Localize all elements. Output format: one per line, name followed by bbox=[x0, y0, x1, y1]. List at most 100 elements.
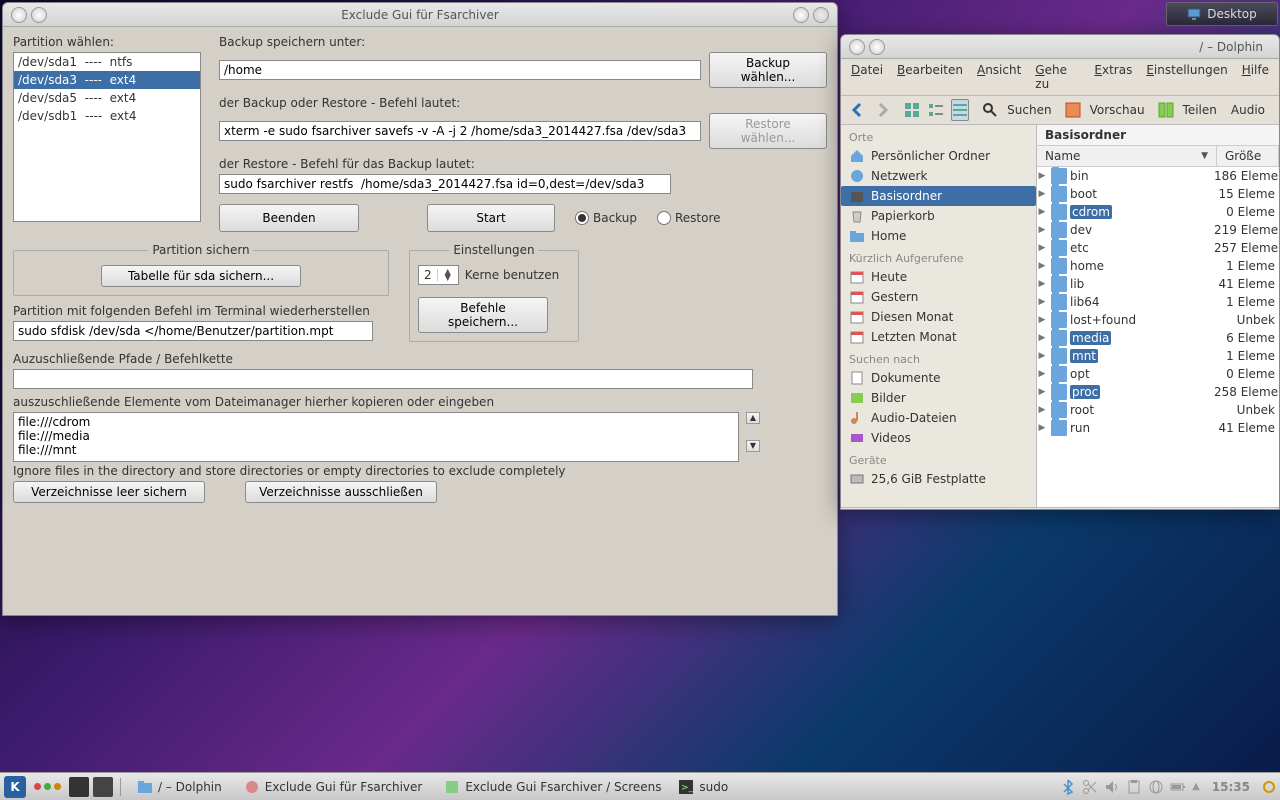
preview-label[interactable]: Vorschau bbox=[1090, 103, 1145, 117]
restore-radio[interactable]: Restore bbox=[657, 211, 721, 225]
partition-item[interactable]: /dev/sda3 ---- ext4 bbox=[14, 71, 200, 89]
file-row[interactable]: ▶lost+foundUnbek bbox=[1037, 311, 1279, 329]
file-row[interactable]: ▶bin186 Eleme bbox=[1037, 167, 1279, 185]
expand-icon[interactable]: ▶ bbox=[1037, 243, 1047, 253]
exclude-dirs-button[interactable]: Verzeichnisse ausschließen bbox=[245, 481, 437, 503]
tray-expand-icon[interactable]: ▲ bbox=[1192, 781, 1200, 792]
places-item[interactable]: Videos bbox=[841, 428, 1036, 448]
expand-icon[interactable]: ▶ bbox=[1037, 279, 1047, 289]
col-size[interactable]: Größe bbox=[1217, 146, 1279, 166]
file-row[interactable]: ▶home1 Eleme bbox=[1037, 257, 1279, 275]
expand-icon[interactable]: ▶ bbox=[1037, 387, 1047, 397]
places-item[interactable]: Heute bbox=[841, 267, 1036, 287]
task-dolphin[interactable]: / – Dolphin bbox=[128, 776, 231, 798]
menu-item[interactable]: Hilfe bbox=[1242, 63, 1269, 91]
menu-item[interactable]: Ansicht bbox=[977, 63, 1021, 91]
exclude-path-input[interactable] bbox=[13, 369, 753, 389]
places-item[interactable]: Dokumente bbox=[841, 368, 1036, 388]
file-row[interactable]: ▶dev219 Eleme bbox=[1037, 221, 1279, 239]
expand-icon[interactable]: ▶ bbox=[1037, 423, 1047, 433]
move-down-button[interactable]: ▼ bbox=[746, 440, 760, 452]
file-row[interactable]: ▶media6 Eleme bbox=[1037, 329, 1279, 347]
expand-icon[interactable]: ▶ bbox=[1037, 261, 1047, 271]
kickoff-button[interactable]: K bbox=[4, 776, 26, 798]
view-icons-button[interactable] bbox=[903, 99, 921, 121]
cashew-icon[interactable] bbox=[1262, 780, 1276, 794]
pin-button[interactable] bbox=[31, 7, 47, 23]
file-row[interactable]: ▶rootUnbek bbox=[1037, 401, 1279, 419]
activity-pager[interactable] bbox=[34, 783, 61, 790]
restore-choose-button[interactable]: Restore wählen... bbox=[709, 113, 827, 149]
partition-item[interactable]: /dev/sda5 ---- ext4 bbox=[14, 89, 200, 107]
share-label[interactable]: Teilen bbox=[1183, 103, 1217, 117]
quick-launch-konsole[interactable] bbox=[93, 777, 113, 797]
pin-button[interactable] bbox=[869, 39, 885, 55]
file-row[interactable]: ▶lib641 Eleme bbox=[1037, 293, 1279, 311]
spinner-arrows-icon[interactable]: ▲▼ bbox=[437, 269, 458, 281]
places-item[interactable]: Letzten Monat bbox=[841, 327, 1036, 347]
fsa-titlebar[interactable]: Exclude Gui für Fsarchiver bbox=[3, 3, 837, 27]
menu-item[interactable]: Bearbeiten bbox=[897, 63, 963, 91]
close-button[interactable] bbox=[813, 7, 829, 23]
backup-path-input[interactable] bbox=[219, 60, 701, 80]
places-item[interactable]: Basisordner bbox=[841, 186, 1036, 206]
file-list[interactable]: ▶bin186 Eleme▶boot15 Eleme▶cdrom0 Eleme▶… bbox=[1037, 167, 1279, 507]
quick-launch-terminal[interactable] bbox=[69, 777, 89, 797]
window-menu-button[interactable] bbox=[11, 7, 27, 23]
file-row[interactable]: ▶etc257 Eleme bbox=[1037, 239, 1279, 257]
menu-item[interactable]: Einstellungen bbox=[1146, 63, 1227, 91]
split-icon[interactable] bbox=[1157, 99, 1175, 121]
expand-icon[interactable]: ▶ bbox=[1037, 207, 1047, 217]
expand-icon[interactable]: ▶ bbox=[1037, 315, 1047, 325]
save-table-button[interactable]: Tabelle für sda sichern... bbox=[101, 265, 301, 287]
view-details-button[interactable] bbox=[951, 99, 969, 121]
scissors-icon[interactable] bbox=[1082, 779, 1098, 795]
places-item[interactable]: Diesen Monat bbox=[841, 307, 1036, 327]
battery-icon[interactable] bbox=[1170, 779, 1186, 795]
expand-icon[interactable]: ▶ bbox=[1037, 351, 1047, 361]
clipboard-icon[interactable] bbox=[1126, 779, 1142, 795]
nav-back-button[interactable] bbox=[849, 99, 867, 121]
file-row[interactable]: ▶boot15 Eleme bbox=[1037, 185, 1279, 203]
partition-listbox[interactable]: /dev/sda1 ---- ntfs/dev/sda3 ---- ext4/d… bbox=[13, 52, 201, 222]
restore-cmd-input[interactable] bbox=[219, 174, 671, 194]
expand-icon[interactable]: ▶ bbox=[1037, 405, 1047, 415]
places-item[interactable]: Bilder bbox=[841, 388, 1036, 408]
places-item[interactable]: Audio-Dateien bbox=[841, 408, 1036, 428]
backup-radio[interactable]: Backup bbox=[575, 211, 637, 225]
expand-icon[interactable]: ▶ bbox=[1037, 225, 1047, 235]
menu-item[interactable]: Gehe zu bbox=[1035, 63, 1080, 91]
window-menu-button[interactable] bbox=[849, 39, 865, 55]
file-row[interactable]: ▶mnt1 Eleme bbox=[1037, 347, 1279, 365]
network-icon[interactable] bbox=[1148, 779, 1164, 795]
cores-spinner[interactable]: 2▲▼ bbox=[418, 265, 459, 285]
places-item[interactable]: Netzwerk bbox=[841, 166, 1036, 186]
places-item[interactable]: Papierkorb bbox=[841, 206, 1036, 226]
end-button[interactable]: Beenden bbox=[219, 204, 359, 232]
menu-item[interactable]: Datei bbox=[851, 63, 883, 91]
exclude-list-textarea[interactable] bbox=[13, 412, 739, 462]
clock[interactable]: 15:35 bbox=[1212, 780, 1250, 794]
dolphin-titlebar[interactable]: / – Dolphin bbox=[841, 35, 1279, 59]
empty-dirs-button[interactable]: Verzeichnisse leer sichern bbox=[13, 481, 205, 503]
move-up-button[interactable]: ▲ bbox=[746, 412, 760, 424]
column-headers[interactable]: Name▼ Größe bbox=[1037, 146, 1279, 167]
places-item[interactable]: Home bbox=[841, 226, 1036, 246]
save-commands-button[interactable]: Befehle speichern... bbox=[418, 297, 548, 333]
expand-icon[interactable]: ▶ bbox=[1037, 333, 1047, 343]
volume-icon[interactable] bbox=[1104, 779, 1120, 795]
desktop-switcher-button[interactable]: Desktop bbox=[1166, 2, 1278, 26]
task-fsarchiver[interactable]: Exclude Gui für Fsarchiver bbox=[235, 776, 432, 798]
partition-item[interactable]: /dev/sdb1 ---- ext4 bbox=[14, 107, 200, 125]
expand-icon[interactable]: ▶ bbox=[1037, 297, 1047, 307]
task-sudo[interactable]: >_sudo bbox=[669, 776, 737, 798]
start-button[interactable]: Start bbox=[427, 204, 555, 232]
audio-label[interactable]: Audio bbox=[1231, 103, 1265, 117]
search-label[interactable]: Suchen bbox=[1007, 103, 1051, 117]
command-input[interactable] bbox=[219, 121, 701, 141]
restore-terminal-input[interactable] bbox=[13, 321, 373, 341]
task-screenshot[interactable]: Exclude Gui Fsarchiver / Screens bbox=[435, 776, 665, 798]
menu-item[interactable]: Extras bbox=[1094, 63, 1132, 91]
file-row[interactable]: ▶cdrom0 Eleme bbox=[1037, 203, 1279, 221]
expand-icon[interactable]: ▶ bbox=[1037, 369, 1047, 379]
